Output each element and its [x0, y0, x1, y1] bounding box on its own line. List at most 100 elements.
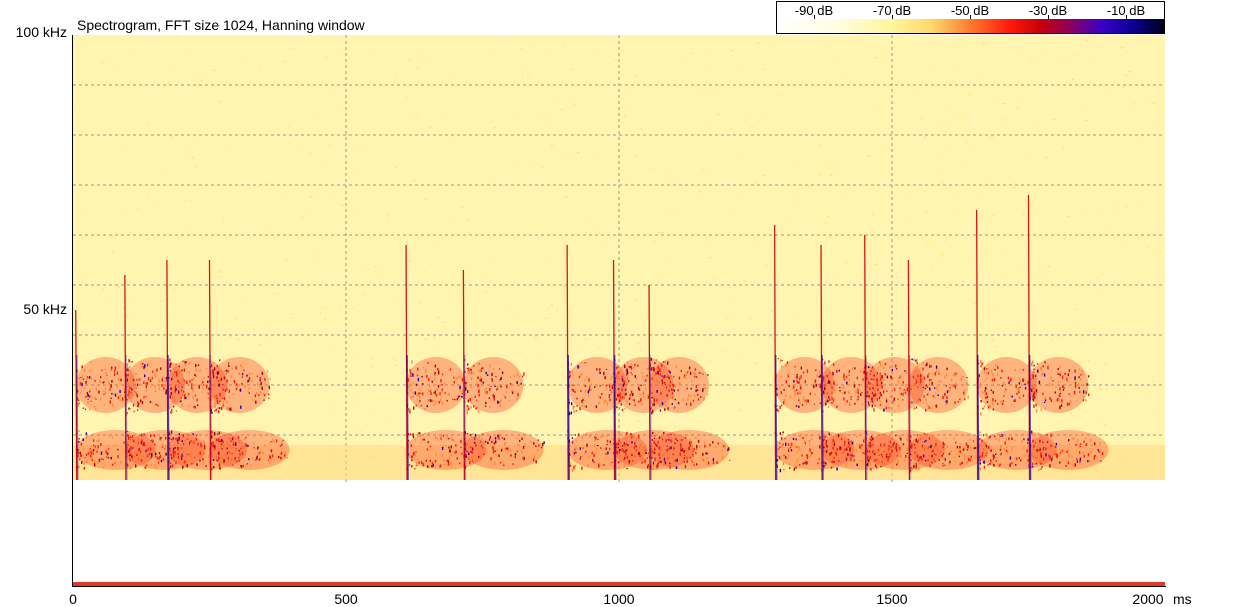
- call-speckle: [884, 372, 886, 376]
- call-speckle: [989, 463, 991, 465]
- call-speckle: [443, 459, 445, 463]
- call-speckle: [155, 452, 157, 456]
- call-speckle: [617, 394, 619, 397]
- noise-speckle: [1062, 201, 1065, 203]
- noise-speckle: [807, 185, 811, 187]
- call-speckle: [494, 385, 496, 387]
- call-speckle: [992, 391, 994, 394]
- call-speckle: [1078, 376, 1080, 379]
- call-speckle: [630, 433, 632, 435]
- noise-speckle: [767, 163, 769, 165]
- call-speckle: [872, 450, 874, 454]
- call-speckle: [212, 444, 215, 448]
- call-speckle: [702, 373, 704, 375]
- noise-speckle: [743, 117, 747, 119]
- call-speckle: [238, 373, 241, 375]
- call-speckle: [478, 363, 480, 365]
- call-speckle: [831, 401, 833, 404]
- noise-speckle: [624, 115, 626, 117]
- noise-speckle: [725, 144, 728, 146]
- call-speckle: [782, 443, 784, 446]
- noise-speckle: [685, 261, 688, 263]
- call-speckle: [916, 362, 918, 365]
- chart-title: Spectrogram, FFT size 1024, Hanning wind…: [77, 17, 365, 33]
- noise-speckle: [867, 155, 871, 157]
- call-speckle: [998, 438, 1000, 442]
- call-speckle: [646, 368, 648, 370]
- call-speckle: [264, 378, 266, 381]
- noise-speckle: [833, 41, 837, 43]
- noise-speckle: [774, 189, 777, 191]
- noise-speckle: [548, 125, 551, 127]
- call-speckle: [114, 366, 117, 370]
- call-speckle: [894, 364, 897, 368]
- call-speckle: [686, 371, 689, 374]
- call-speckle: [608, 384, 611, 388]
- call-speckle: [478, 458, 481, 461]
- call-speckle: [696, 445, 698, 449]
- call-speckle: [137, 393, 140, 396]
- call-speckle: [165, 444, 167, 447]
- noise-speckle: [1139, 112, 1142, 114]
- call-speckle: [914, 408, 916, 410]
- call-speckle: [1033, 393, 1035, 397]
- noise-speckle: [335, 206, 338, 207]
- call-speckle: [254, 394, 256, 398]
- call-speckle: [662, 465, 664, 467]
- noise-speckle: [197, 88, 199, 90]
- call-speckle: [888, 445, 890, 448]
- call-speckle: [796, 460, 798, 463]
- call-speckle: [999, 435, 1001, 437]
- call-speckle: [795, 466, 797, 470]
- call-speckle: [283, 456, 286, 458]
- noise-speckle: [1022, 213, 1026, 215]
- noise-speckle: [1112, 58, 1116, 59]
- call-speckle: [217, 371, 220, 374]
- call-speckle: [911, 385, 913, 388]
- call-speckle: [227, 443, 229, 446]
- noise-speckle: [564, 196, 568, 198]
- call-speckle: [467, 439, 470, 442]
- noise-speckle: [129, 297, 132, 299]
- call-speckle: [461, 378, 464, 382]
- call-speckle: [851, 367, 854, 370]
- call-speckle: [79, 391, 81, 394]
- call-speckle: [90, 400, 92, 402]
- call-speckle: [798, 405, 800, 408]
- call-speckle: [783, 468, 785, 471]
- call-speckle: [248, 377, 251, 381]
- call-speckle: [410, 371, 412, 375]
- call-speckle: [160, 460, 163, 463]
- call-speckle: [904, 390, 906, 393]
- call-speckle: [269, 442, 271, 445]
- call-speckle: [985, 433, 987, 437]
- call-speckle: [202, 381, 204, 384]
- noise-speckle: [633, 143, 635, 145]
- noise-speckle: [1112, 211, 1115, 213]
- noise-speckle: [1065, 59, 1068, 61]
- call-speckle: [633, 458, 635, 460]
- call-speckle: [470, 384, 472, 388]
- call-speckle: [191, 463, 193, 465]
- noise-speckle: [921, 117, 924, 119]
- noise-speckle: [965, 430, 967, 432]
- call-speckle: [602, 435, 604, 438]
- call-speckle: [891, 368, 893, 372]
- call-speckle: [270, 449, 273, 453]
- call-speckle: [421, 375, 423, 378]
- call-speckle: [898, 376, 901, 379]
- call-speckle: [472, 453, 475, 455]
- noise-speckle: [177, 86, 180, 88]
- call-speckle: [184, 363, 186, 367]
- noise-speckle: [175, 247, 177, 249]
- call-speckle: [834, 379, 836, 384]
- call-speckle: [212, 459, 215, 461]
- call-speckle: [170, 362, 172, 366]
- call-speckle: [258, 394, 260, 397]
- call-speckle: [173, 388, 175, 390]
- call-speckle: [872, 437, 874, 441]
- call-speckle: [94, 396, 96, 400]
- call-speckle: [967, 445, 969, 449]
- call-speckle: [665, 404, 667, 407]
- call-speckle: [662, 387, 664, 390]
